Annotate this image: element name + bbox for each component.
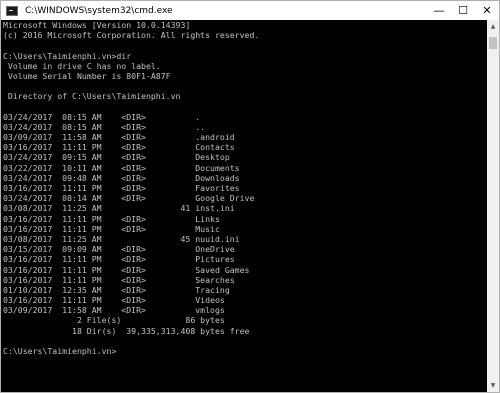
console-line: 03/16/2017 11:11 PM <DIR> Links	[3, 213, 220, 224]
console-line: 03/16/2017 11:11 PM <DIR> Music	[3, 223, 220, 234]
console-line: Volume in drive C has no label.	[3, 60, 161, 71]
console-line: Volume Serial Number is 80F1-A87F	[3, 70, 171, 81]
maximize-button[interactable]: ☐	[451, 1, 475, 20]
console-line: 03/16/2017 11:11 PM <DIR> Favorites	[3, 183, 240, 193]
console-line: 03/08/2017 11:25 AM 45 nuuid.ini	[3, 233, 240, 244]
console-line: (c) 2016 Microsoft Corporation. All righ…	[3, 30, 260, 41]
console-text: Microsoft Windows [Version 10.0.14393] (c…	[1, 20, 487, 356]
cmd-icon[interactable]	[6, 5, 18, 16]
console-line: Microsoft Windows [Version 10.0.14393]	[3, 20, 191, 30]
window-controls: — ☐ ✕	[427, 1, 499, 20]
console-line: 03/24/2017 09:48 AM <DIR> Downloads	[3, 172, 240, 183]
cmd-window: C:\WINDOWS\system32\cmd.exe — ☐ ✕ Micros…	[0, 0, 500, 393]
console-line: 03/16/2017 11:11 PM <DIR> Videos	[3, 295, 225, 306]
console-line: Directory of C:\Users\Taimienphi.vn	[3, 91, 181, 102]
console-line: 18 Dir(s) 39,335,313,408 bytes free	[3, 325, 250, 336]
console-line: 01/10/2017 12:35 AM <DIR> Tracing	[3, 284, 230, 295]
console-line: 03/24/2017 09:15 AM <DIR> Desktop	[3, 152, 230, 163]
console-line: 03/24/2017 08:15 AM <DIR> ..	[3, 121, 206, 132]
console-line: 03/24/2017 08:14 AM <DIR> Google Drive	[3, 193, 255, 204]
console-line: 03/24/2017 08:15 AM <DIR> .	[3, 111, 201, 122]
console-line: 03/08/2017 11:25 AM 41 inst.ini	[3, 203, 235, 214]
title-bar[interactable]: C:\WINDOWS\system32\cmd.exe — ☐ ✕	[1, 1, 499, 20]
close-button[interactable]: ✕	[475, 1, 499, 20]
window-title: C:\WINDOWS\system32\cmd.exe	[25, 5, 173, 16]
console-line: 03/15/2017 09:09 AM <DIR> OneDrive	[3, 244, 235, 255]
arrow-up-icon[interactable]: ▲	[487, 20, 499, 33]
arrow-down-icon[interactable]: ▼	[487, 379, 499, 392]
vertical-scrollbar[interactable]: ▲ ▼	[487, 20, 499, 392]
console-line: C:\Users\Taimienphi.vn>	[3, 346, 117, 356]
console-line: 2 File(s) 86 bytes	[3, 315, 225, 326]
console-line: 03/16/2017 11:11 PM <DIR> Saved Games	[3, 264, 250, 275]
console-line: 03/16/2017 11:11 PM <DIR> Pictures	[3, 254, 235, 265]
console-line: C:\Users\Taimienphi.vn>dir	[3, 50, 132, 61]
console-line: 03/16/2017 11:11 PM <DIR> Contacts	[3, 142, 235, 153]
scrollbar-thumb[interactable]	[489, 37, 497, 49]
console-line: 03/09/2017 11:58 AM <DIR> .android	[3, 132, 235, 143]
scrollbar-track[interactable]	[487, 33, 499, 379]
console-line: 03/09/2017 11:58 AM <DIR> vmlogs	[3, 305, 225, 316]
console-output[interactable]: Microsoft Windows [Version 10.0.14393] (c…	[1, 20, 487, 392]
console-line: 03/22/2017 10:11 AM <DIR> Documents	[3, 162, 240, 173]
console-line: 03/16/2017 11:11 PM <DIR> Searches	[3, 274, 235, 285]
minimize-button[interactable]: —	[427, 1, 451, 20]
